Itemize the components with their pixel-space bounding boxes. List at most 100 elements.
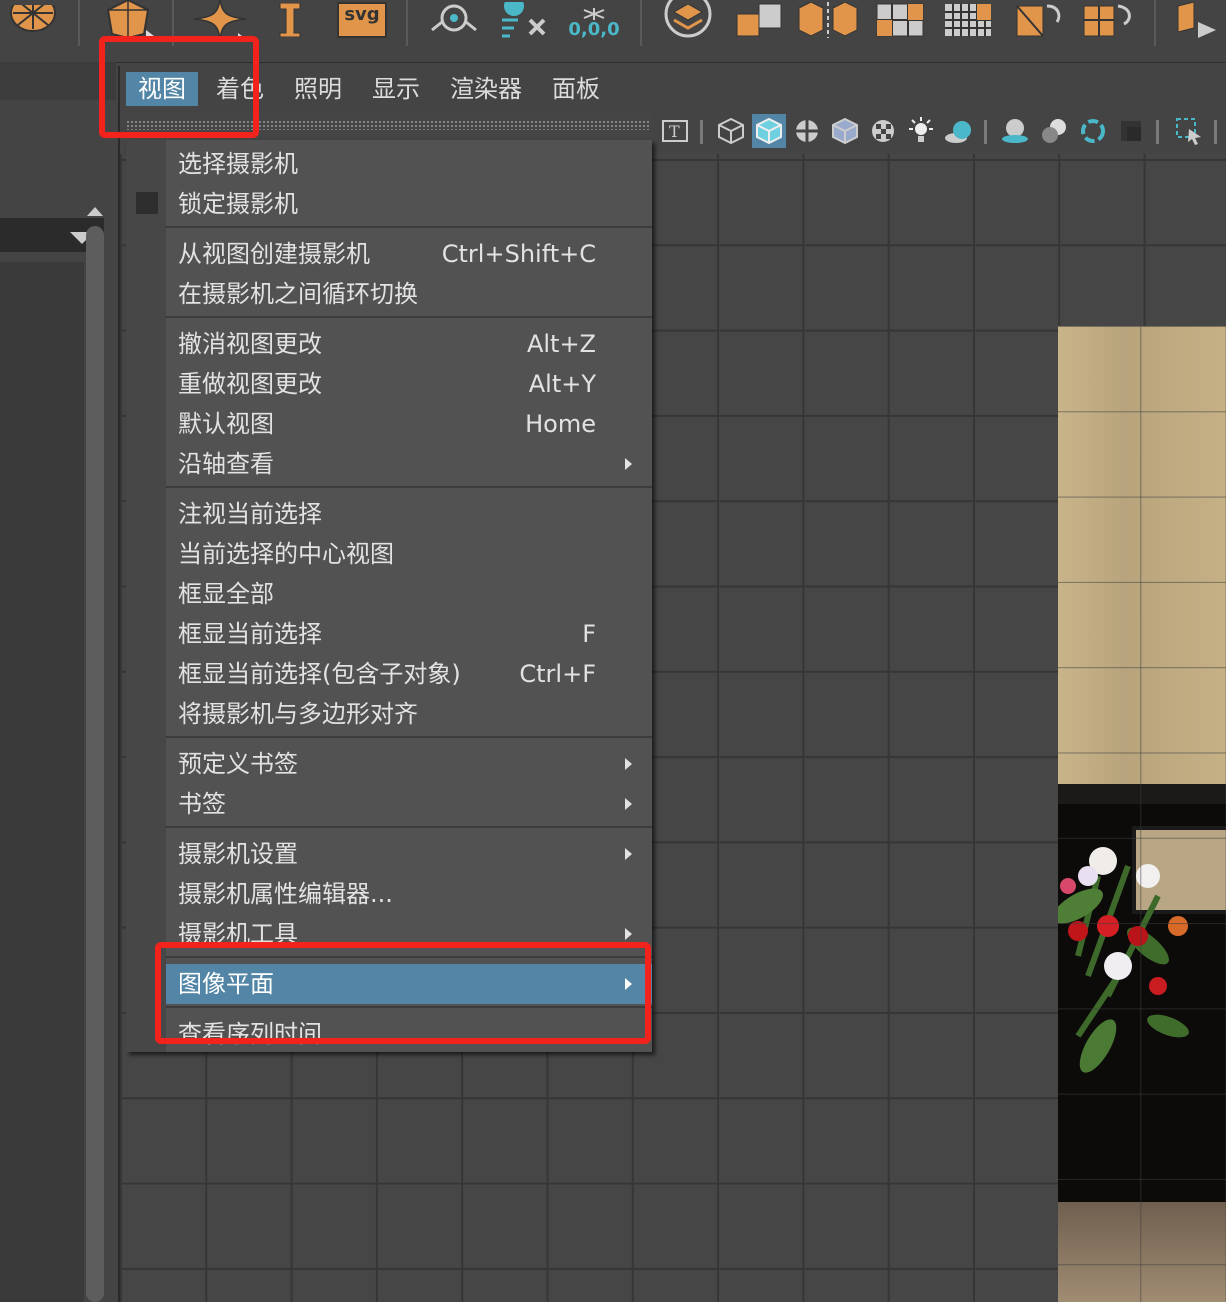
- menu-separator: [166, 226, 652, 228]
- svg-icon-label: svg: [337, 2, 387, 38]
- antialias-icon[interactable]: [1116, 116, 1146, 146]
- bevel-cube-icon[interactable]: [1010, 0, 1066, 40]
- menu-item-view-along-axis[interactable]: 沿轴查看: [166, 444, 652, 484]
- submenu-arrow-icon: [625, 928, 632, 940]
- menu-item-bookmarks[interactable]: 书签: [166, 784, 652, 824]
- menu-item-align-camera-to-polygon[interactable]: 将摄影机与多边形对齐: [166, 694, 652, 734]
- menu-item-look-at-selection[interactable]: 注视当前选择: [166, 494, 652, 534]
- menu-lighting[interactable]: 照明: [282, 72, 354, 106]
- shaded-sphere-icon[interactable]: [792, 116, 822, 146]
- lock-camera-checkbox[interactable]: [136, 192, 158, 214]
- menu-item-label: 锁定摄影机: [178, 190, 298, 218]
- menu-item-label: 选择摄影机: [178, 150, 298, 178]
- menu-item-label: 框显当前选择: [178, 620, 322, 648]
- menu-item-create-camera-from-view[interactable]: 从视图创建摄影机 Ctrl+Shift+C: [166, 234, 652, 274]
- light-bulb-icon[interactable]: [906, 116, 936, 146]
- menu-item-lock-camera[interactable]: 锁定摄影机: [166, 184, 652, 224]
- menu-item-frame-all[interactable]: 框显全部: [166, 574, 652, 614]
- dense-grid-icon[interactable]: [940, 0, 996, 40]
- menu-item-redo-view-change[interactable]: 重做视图更改 Alt+Y: [166, 364, 652, 404]
- view-dropdown-menu: 选择摄影机 锁定摄影机 从视图创建摄影机 Ctrl+Shift+C 在摄影机之间循…: [126, 140, 652, 1052]
- extrude-cube-icon[interactable]: [1078, 0, 1138, 40]
- menu-item-label: 书签: [178, 790, 226, 818]
- viewport-toolbar: T: [652, 112, 1226, 152]
- menu-separator: [166, 316, 652, 318]
- left-panel: [0, 62, 116, 1302]
- text-overlay-icon[interactable]: T: [660, 116, 690, 146]
- menu-panels[interactable]: 面板: [540, 72, 612, 106]
- menu-gutter: [126, 140, 166, 1052]
- menu-item-predefined-bookmarks[interactable]: 预定义书签: [166, 744, 652, 784]
- menu-item-label: 注视当前选择: [178, 500, 322, 528]
- annotation-highlight-image-plane: [155, 942, 651, 1044]
- text-type-icon[interactable]: [268, 0, 312, 40]
- menu-item-label: 框显当前选择(包含子对象): [178, 660, 461, 688]
- menu-item-camera-attribute-editor[interactable]: 摄影机属性编辑器...: [166, 874, 652, 914]
- menu-item-label: 框显全部: [178, 580, 274, 608]
- menu-renderer[interactable]: 渲染器: [438, 72, 534, 106]
- menu-item-camera-settings[interactable]: 摄影机设置: [166, 834, 652, 874]
- menu-item-select-camera[interactable]: 选择摄影机: [166, 144, 652, 184]
- menu-item-label: 当前选择的中心视图: [178, 540, 394, 568]
- menu-item-shortcut: Ctrl+Shift+C: [441, 240, 596, 268]
- menu-separator: [166, 486, 652, 488]
- menu-item-default-view[interactable]: 默认视图 Home: [166, 404, 652, 444]
- origin-label: 0,0,0: [568, 19, 620, 40]
- menu-item-frame-selection[interactable]: 框显当前选择 F: [166, 614, 652, 654]
- delete-history-icon[interactable]: [494, 0, 554, 40]
- grid-blocks-icon[interactable]: [872, 0, 928, 40]
- shadow-sphere-icon[interactable]: [944, 116, 974, 146]
- menu-show[interactable]: 显示: [360, 72, 432, 106]
- menu-item-label: 重做视图更改: [178, 370, 322, 398]
- reflection-sphere-icon[interactable]: [1040, 116, 1070, 146]
- select-cursor-icon[interactable]: [1174, 116, 1204, 146]
- motion-blur-icon[interactable]: [1078, 116, 1108, 146]
- transfer-cube-icon[interactable]: [1172, 0, 1226, 40]
- textured-cube-icon[interactable]: [830, 116, 860, 146]
- menu-item-label: 从视图创建摄影机: [178, 240, 370, 268]
- menu-item-label: 摄影机设置: [178, 840, 298, 868]
- menu-item-label: 默认视图: [178, 410, 274, 438]
- menu-item-shortcut: F: [582, 620, 596, 648]
- menu-item-label: 撤消视图更改: [178, 330, 322, 358]
- submenu-arrow-icon: [625, 848, 632, 860]
- ambient-occlusion-icon[interactable]: [1000, 116, 1030, 146]
- annotation-highlight-view-menu: [99, 36, 259, 138]
- menu-item-shortcut: Ctrl+F: [519, 660, 596, 688]
- smooth-shade-cube-icon[interactable]: [752, 114, 786, 148]
- menu-item-frame-selection-children[interactable]: 框显当前选择(包含子对象) Ctrl+F: [166, 654, 652, 694]
- menu-separator: [166, 736, 652, 738]
- menu-item-shortcut: Home: [525, 410, 596, 438]
- menu-item-undo-view-change[interactable]: 撤消视图更改 Alt+Z: [166, 324, 652, 364]
- menu-item-label: 预定义书签: [178, 750, 298, 778]
- left-panel-list: [0, 262, 84, 1302]
- svg-text:T: T: [669, 122, 680, 141]
- viewport-menubar: 视图 着色 照明 显示 渲染器 面板: [120, 68, 1226, 112]
- svg-icon[interactable]: svg: [334, 0, 390, 40]
- camera-target-icon[interactable]: [426, 0, 482, 40]
- mirror-cubes-icon[interactable]: [796, 0, 860, 40]
- sphere-pie-icon[interactable]: [8, 0, 58, 40]
- menu-item-label: 在摄影机之间循环切换: [178, 280, 418, 308]
- menu-item-label: 沿轴查看: [178, 450, 274, 478]
- menu-item-shortcut: Alt+Z: [526, 330, 596, 358]
- image-plane-photo: [1058, 326, 1226, 1302]
- sparkle-star-icon[interactable]: [192, 0, 248, 41]
- wireframe-cube-icon[interactable]: [716, 116, 746, 146]
- scrollbar-thumb[interactable]: [86, 226, 104, 1302]
- checker-sphere-icon[interactable]: [868, 116, 898, 146]
- combine-blocks-icon[interactable]: [732, 0, 788, 40]
- menu-separator: [166, 826, 652, 828]
- scroll-up-arrow-icon[interactable]: [87, 207, 103, 216]
- submenu-arrow-icon: [625, 798, 632, 810]
- submenu-arrow-icon: [625, 458, 632, 470]
- menu-item-label: 摄影机属性编辑器...: [178, 880, 393, 908]
- menu-item-shortcut: Alt+Y: [528, 370, 596, 398]
- submenu-arrow-icon: [625, 758, 632, 770]
- polyhedron-icon[interactable]: [98, 0, 158, 40]
- menu-item-label: 将摄影机与多边形对齐: [178, 700, 418, 728]
- menu-item-cycle-cameras[interactable]: 在摄影机之间循环切换: [166, 274, 652, 314]
- origin-freeze-icon[interactable]: 0,0,0: [564, 0, 624, 40]
- menu-item-center-view-selection[interactable]: 当前选择的中心视图: [166, 534, 652, 574]
- layered-sphere-icon[interactable]: [660, 0, 716, 40]
